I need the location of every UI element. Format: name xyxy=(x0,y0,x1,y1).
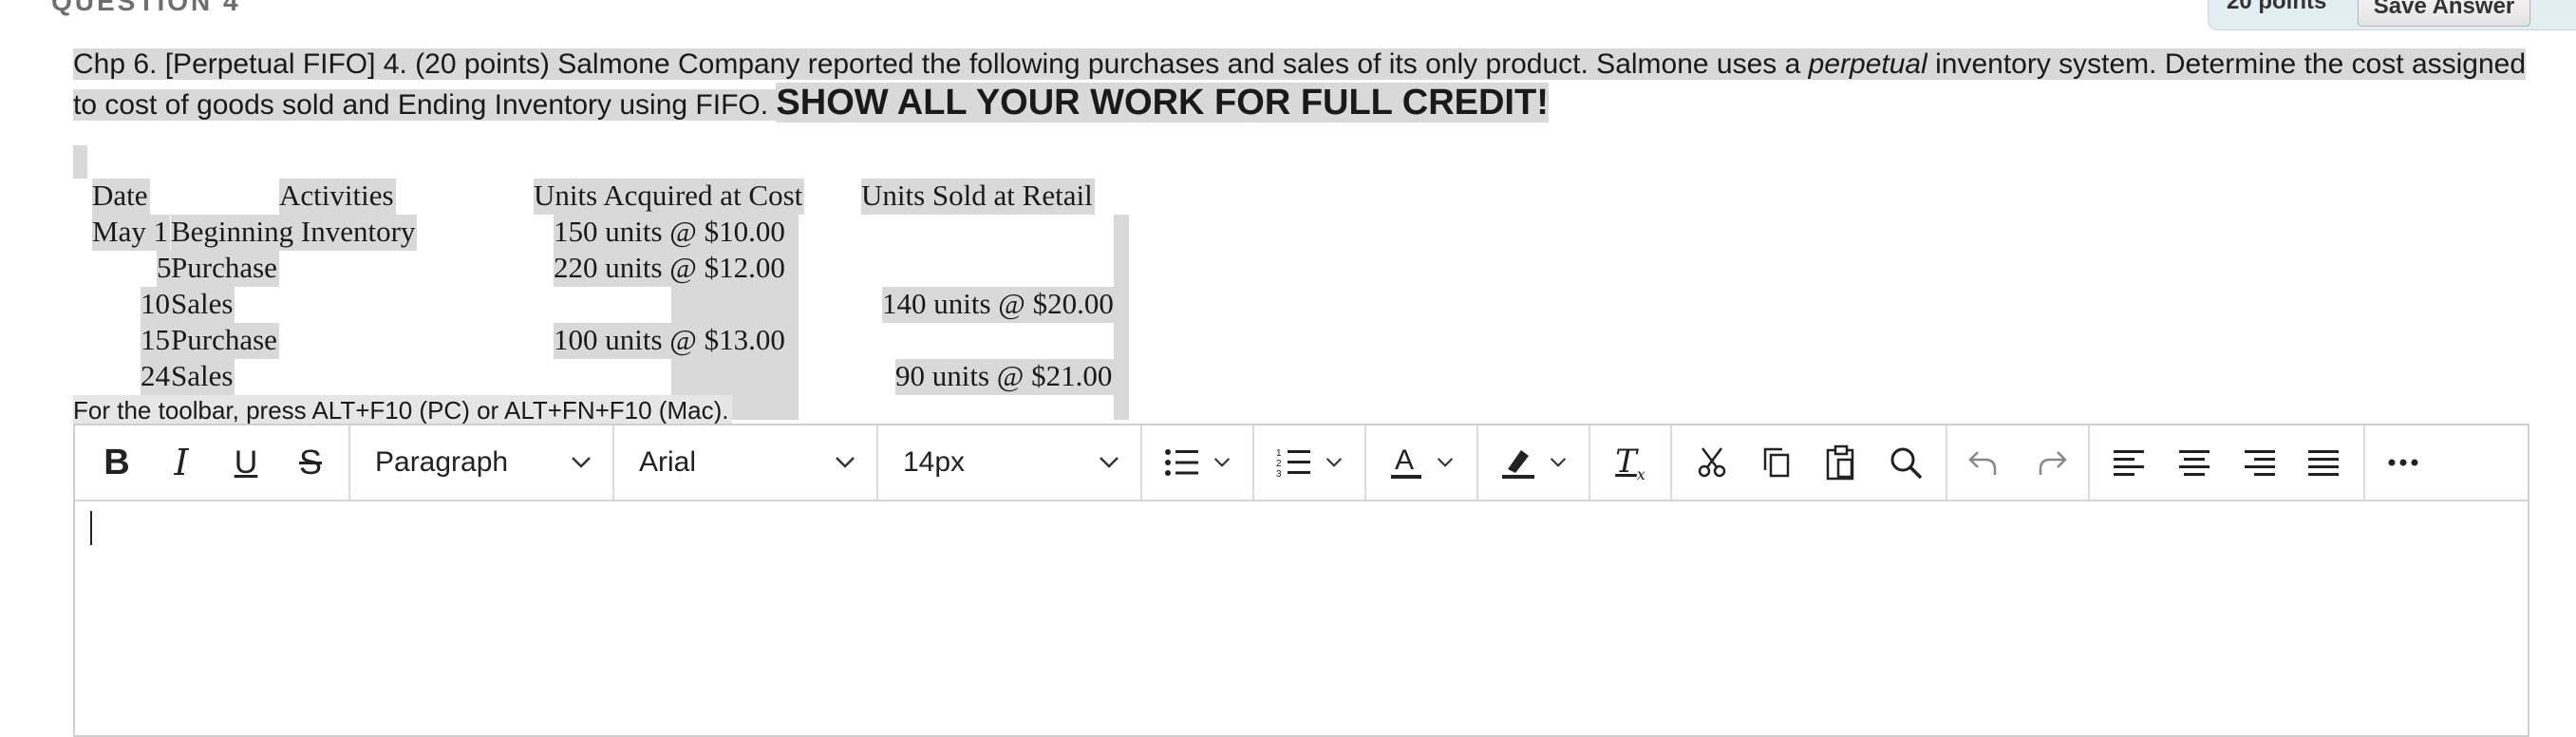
clear-formatting-icon: Tx xyxy=(1615,442,1645,483)
svg-text:2: 2 xyxy=(1276,459,1282,469)
table-cell-activity: Purchase xyxy=(171,251,279,287)
editor-toolbar: B I U S Paragraph Arial 14px 1 2 3 A Tx xyxy=(75,425,2528,501)
cut-button[interactable] xyxy=(1680,434,1744,491)
numbered-list-icon: 1 2 3 xyxy=(1276,448,1310,479)
paste-button[interactable] xyxy=(1809,434,1873,491)
block-format-select[interactable]: Paragraph xyxy=(350,425,614,500)
table-cell-acquired: 100 units @ $13.00 xyxy=(554,323,787,359)
align-left-icon xyxy=(2114,450,2144,476)
more-icon xyxy=(2388,459,2418,466)
question-text: Chp 6. [Perpetual FIFO] 4. (20 points) S… xyxy=(73,46,2542,124)
table-cell-date: May 1 xyxy=(92,215,171,251)
align-left-button[interactable] xyxy=(2097,434,2162,491)
chevron-down-icon xyxy=(836,457,855,468)
table-cell-activity: Beginning Inventory xyxy=(171,215,418,251)
bullet-list-icon xyxy=(1165,449,1198,476)
align-justify-icon xyxy=(2308,450,2339,476)
copy-button[interactable] xyxy=(1744,434,1809,491)
table-cell-activity: Purchase xyxy=(171,323,279,359)
table-cell-activity: Sales xyxy=(171,287,235,323)
column-header-units-sold: Units Sold at Retail xyxy=(861,179,1095,215)
align-center-button[interactable] xyxy=(2162,434,2227,491)
history-group xyxy=(1947,425,2090,500)
question-label: QUESTION 4 xyxy=(51,0,241,16)
table-cell-activity: Sales xyxy=(171,359,235,395)
table-cell-sold: 90 units @ $21.00 xyxy=(895,359,1115,395)
align-justify-button[interactable] xyxy=(2291,434,2356,491)
column-header-date: Date xyxy=(92,179,150,215)
align-center-icon xyxy=(2179,450,2209,476)
chevron-down-icon xyxy=(1213,458,1231,467)
text-color-button[interactable]: A xyxy=(1366,425,1478,500)
italic-button[interactable]: I xyxy=(149,434,214,491)
chevron-down-icon xyxy=(572,457,591,468)
text-color-icon: A xyxy=(1391,444,1421,479)
toolbar-hint: For the toolbar, press ALT+F10 (PC) or A… xyxy=(73,395,733,425)
find-button[interactable] xyxy=(1873,434,1938,491)
chevron-down-icon xyxy=(1550,458,1567,467)
table-cell-date: 10 xyxy=(141,287,172,323)
answer-editor[interactable]: B I U S Paragraph Arial 14px 1 2 3 A Tx xyxy=(73,424,2529,737)
alignment-group xyxy=(2090,425,2365,500)
svg-text:3: 3 xyxy=(1276,469,1282,479)
undo-button[interactable] xyxy=(1950,434,2015,491)
column-header-activities: Activities xyxy=(279,179,396,215)
italic-icon: I xyxy=(174,442,189,483)
strikethrough-button[interactable]: S xyxy=(278,434,343,491)
highlight-color-button[interactable] xyxy=(1478,425,1590,500)
clear-formatting-button[interactable]: Tx xyxy=(1590,425,1672,500)
svg-text:A: A xyxy=(1395,444,1414,476)
text-style-group: B I U S xyxy=(75,425,350,500)
underline-button[interactable]: U xyxy=(214,434,278,491)
align-right-icon xyxy=(2245,450,2275,476)
redo-button[interactable] xyxy=(2021,434,2085,491)
question-text-italic: perpetual xyxy=(1808,48,1927,80)
redo-icon xyxy=(2039,451,2067,475)
bold-icon: B xyxy=(103,442,130,482)
chevron-down-icon xyxy=(1437,458,1454,467)
strikethrough-icon: S xyxy=(298,443,322,482)
save-answer-button[interactable]: Save Answer xyxy=(2358,0,2530,27)
clipboard-group xyxy=(1672,425,1947,500)
font-size-value: 14px xyxy=(903,446,966,478)
numbered-list-button[interactable]: 1 2 3 xyxy=(1254,425,1366,500)
svg-text:1: 1 xyxy=(1276,448,1282,459)
block-format-value: Paragraph xyxy=(375,446,509,478)
table-cell-date: 24 xyxy=(141,359,172,395)
highlight-icon xyxy=(1502,450,1534,479)
copy-icon xyxy=(1763,447,1790,478)
undo-icon xyxy=(1968,451,1997,475)
font-size-select[interactable]: 14px xyxy=(878,425,1142,500)
question-text-main: Chp 6. [Perpetual FIFO] 4. (20 points) S… xyxy=(73,48,1809,80)
bold-button[interactable]: B xyxy=(85,434,149,491)
table-cell-sold: 140 units @ $20.00 xyxy=(882,287,1116,323)
align-right-button[interactable] xyxy=(2227,434,2291,491)
column-header-units-acquired: Units Acquired at Cost xyxy=(534,179,805,215)
more-options-button[interactable] xyxy=(2365,425,2441,500)
table-cell-acquired: 220 units @ $12.00 xyxy=(554,251,787,287)
underline-icon: U xyxy=(234,444,258,481)
editor-text-caret xyxy=(90,511,92,545)
paste-icon xyxy=(1826,444,1854,481)
table-cell-date: 15 xyxy=(141,323,172,359)
text-selection-marker xyxy=(73,145,87,179)
points-label: 20 points xyxy=(2227,0,2327,14)
question-text-emphasis: SHOW ALL YOUR WORK FOR FULL CREDIT! xyxy=(776,83,1549,123)
search-icon xyxy=(1890,447,1923,480)
font-family-value: Arial xyxy=(639,446,697,478)
bullet-list-button[interactable] xyxy=(1142,425,1254,500)
font-family-select[interactable]: Arial xyxy=(614,425,878,500)
editor-content[interactable] xyxy=(94,505,2509,726)
chevron-down-icon xyxy=(1326,458,1343,467)
selection-band xyxy=(1114,215,1129,420)
table-cell-acquired: 150 units @ $10.00 xyxy=(554,215,787,251)
chevron-down-icon xyxy=(1100,457,1119,468)
cut-icon xyxy=(1698,447,1726,478)
